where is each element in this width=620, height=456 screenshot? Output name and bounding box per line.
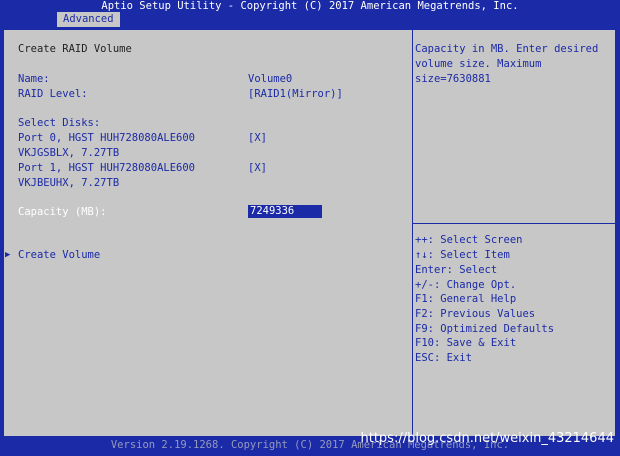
key-select-item: ↑↓: Select Item [415,249,510,261]
key-optimized-defaults: F9: Optimized Defaults [415,323,555,335]
window-title: Aptio Setup Utility - Copyright (C) 2017… [101,0,519,12]
watermark-url: https://blog.csdn.net/weixin_43214644 [360,431,614,446]
name-label: Name: [18,73,50,85]
name-field[interactable]: Volume0 [248,73,292,85]
raid-level-label: RAID Level: [18,88,88,100]
vertical-divider [412,30,413,436]
key-enter: Enter: Select [415,264,498,276]
capacity-input[interactable]: 7249336 [248,205,322,218]
key-previous-values: F2: Previous Values [415,308,536,320]
setup-frame: Create RAID Volume Name: Volume0 RAID Le… [3,29,616,437]
key-select-screen: ++: Select Screen [415,234,523,246]
disk-1-checkbox[interactable]: [X] [248,162,267,174]
disk-0-checkbox[interactable]: [X] [248,132,267,144]
disk-1-line1: Port 1, HGST HUH728080ALE600 [18,162,196,174]
help-divider [413,223,615,224]
raid-level-select[interactable]: [RAID1(Mirror)] [248,88,343,100]
tab-bar: Advanced [0,12,620,29]
create-volume-item[interactable]: Create Volume [18,249,100,261]
key-save-exit: F10: Save & Exit [415,337,517,349]
help-line-1: Capacity in MB. Enter desired [415,43,599,55]
disk-1-line2: VKJBEUHX, 7.27TB [18,177,120,189]
key-general-help: F1: General Help [415,293,517,305]
disk-0-line2: VKJGSBLX, 7.27TB [18,147,120,159]
key-change-opt: +/-: Change Opt. [415,279,517,291]
tab-advanced[interactable]: Advanced [57,12,120,27]
select-disks-label: Select Disks: [18,117,101,129]
help-line-3: size=7630881 [415,73,491,85]
key-exit: ESC: Exit [415,352,472,364]
submenu-arrow-icon: ▶ [5,250,11,260]
capacity-label: Capacity (MB): [18,206,107,218]
help-line-2: volume size. Maximum [415,58,542,70]
disk-0-line1: Port 0, HGST HUH728080ALE600 [18,132,196,144]
page-title: Create RAID Volume [18,43,132,55]
